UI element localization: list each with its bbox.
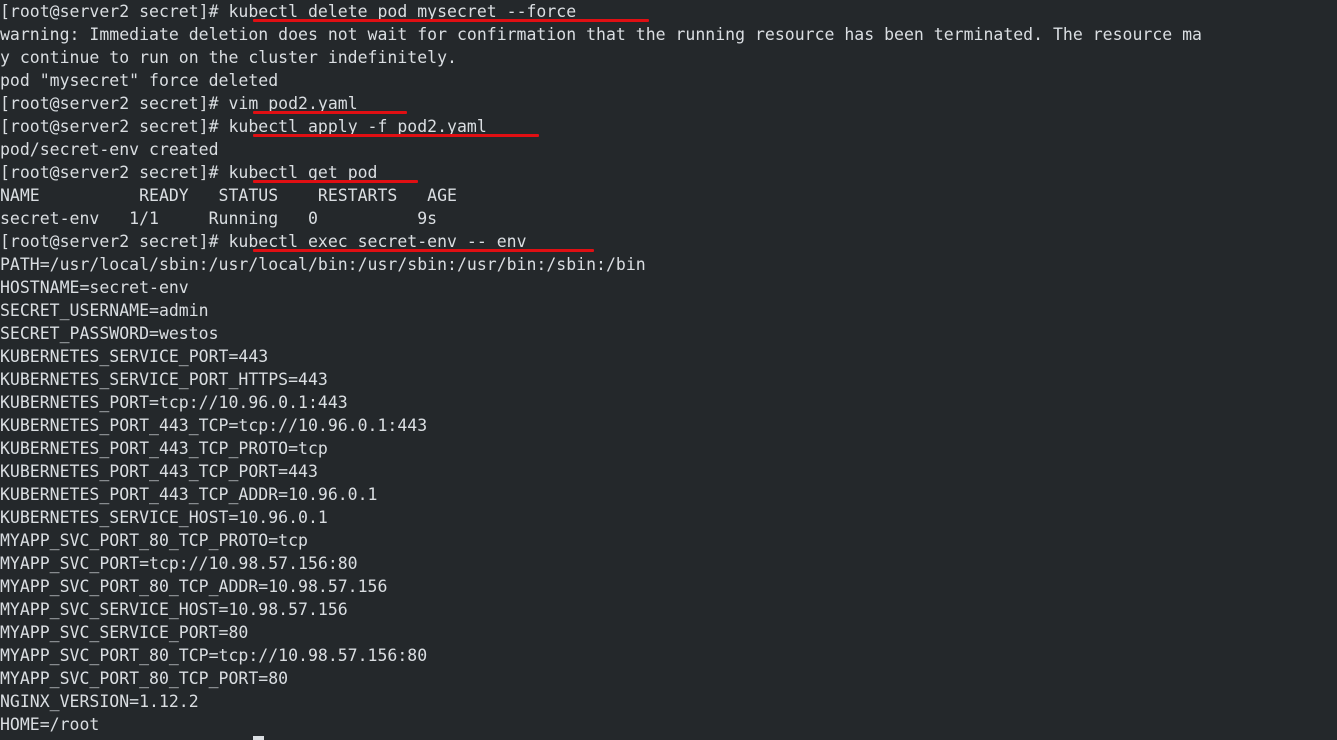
terminal-output-line: NAME READY STATUS RESTARTS AGE: [0, 184, 1202, 207]
shell-prompt: [root@server2 secret]#: [0, 94, 229, 113]
terminal-output-line: KUBERNETES_SERVICE_PORT_HTTPS=443: [0, 368, 1202, 391]
terminal-output-line: MYAPP_SVC_SERVICE_HOST=10.98.57.156: [0, 598, 1202, 621]
output-text: SECRET_PASSWORD=westos: [0, 324, 219, 343]
terminal-output-line: MYAPP_SVC_PORT_80_TCP=tcp://10.98.57.156…: [0, 644, 1202, 667]
output-text: KUBERNETES_SERVICE_HOST=10.96.0.1: [0, 508, 328, 527]
output-text: KUBERNETES_SERVICE_PORT=443: [0, 347, 269, 366]
output-text: HOSTNAME=secret-env: [0, 278, 189, 297]
terminal-output-line: KUBERNETES_PORT_443_TCP=tcp://10.96.0.1:…: [0, 414, 1202, 437]
terminal-output-line: SECRET_PASSWORD=westos: [0, 322, 1202, 345]
terminal-output-line: warning: Immediate deletion does not wai…: [0, 23, 1202, 46]
terminal-output-line: PATH=/usr/local/sbin:/usr/local/bin:/usr…: [0, 253, 1202, 276]
shell-prompt: [root@server2 secret]#: [0, 117, 229, 136]
terminal-command-line: [root@server2 secret]# kubectl delete po…: [0, 0, 1202, 23]
output-text: KUBERNETES_PORT=tcp://10.96.0.1:443: [0, 393, 348, 412]
terminal-output-line: KUBERNETES_PORT=tcp://10.96.0.1:443: [0, 391, 1202, 414]
output-text: MYAPP_SVC_PORT_80_TCP_PROTO=tcp: [0, 531, 308, 550]
terminal-output-line: MYAPP_SVC_PORT_80_TCP_PROTO=tcp: [0, 529, 1202, 552]
output-text: HOME=/root: [0, 715, 100, 734]
terminal-output-line: KUBERNETES_SERVICE_PORT=443: [0, 345, 1202, 368]
output-text: MYAPP_SVC_SERVICE_PORT=80: [0, 623, 249, 642]
terminal-output-line: KUBERNETES_PORT_443_TCP_ADDR=10.96.0.1: [0, 483, 1202, 506]
terminal-command-line: [root@server2 secret]# kubectl exec secr…: [0, 230, 1202, 253]
terminal-output-line: KUBERNETES_PORT_443_TCP_PORT=443: [0, 460, 1202, 483]
red-underline-annotation: [253, 111, 407, 114]
terminal-command-line: [root@server2 secret]# vim pod2.yaml: [0, 92, 1202, 115]
output-text: secret-env 1/1 Running 0 9s: [0, 209, 438, 228]
output-text: y continue to run on the cluster indefin…: [0, 48, 457, 67]
terminal-output-line: HOSTNAME=secret-env: [0, 276, 1202, 299]
output-text: warning: Immediate deletion does not wai…: [0, 25, 1202, 44]
terminal-output-line: pod/secret-env created: [0, 138, 1202, 161]
output-text: MYAPP_SVC_PORT_80_TCP=tcp://10.98.57.156…: [0, 646, 428, 665]
terminal-output-line: pod "mysecret" force deleted: [0, 69, 1202, 92]
red-underline-annotation: [253, 134, 539, 137]
output-text: KUBERNETES_PORT_443_TCP_ADDR=10.96.0.1: [0, 485, 378, 504]
terminal-command-line: [root@server2 secret]# kubectl get pod: [0, 161, 1202, 184]
terminal-output-line: MYAPP_SVC_SERVICE_PORT=80: [0, 621, 1202, 644]
output-text: MYAPP_SVC_PORT=tcp://10.98.57.156:80: [0, 554, 358, 573]
terminal-output-line: MYAPP_SVC_PORT=tcp://10.98.57.156:80: [0, 552, 1202, 575]
output-text: NAME READY STATUS RESTARTS AGE: [0, 186, 457, 205]
terminal-window[interactable]: [root@server2 secret]# kubectl delete po…: [0, 0, 1337, 740]
terminal-output-line: KUBERNETES_PORT_443_TCP_PROTO=tcp: [0, 437, 1202, 460]
shell-prompt: [root@server2 secret]#: [0, 2, 229, 21]
output-text: PATH=/usr/local/sbin:/usr/local/bin:/usr…: [0, 255, 646, 274]
terminal-output-line: secret-env 1/1 Running 0 9s: [0, 207, 1202, 230]
terminal-output-line: HOME=/root: [0, 713, 1202, 736]
terminal-output-line: KUBERNETES_SERVICE_HOST=10.96.0.1: [0, 506, 1202, 529]
output-text: SECRET_USERNAME=admin: [0, 301, 209, 320]
terminal-output-line: y continue to run on the cluster indefin…: [0, 46, 1202, 69]
output-text: KUBERNETES_PORT_443_TCP_PROTO=tcp: [0, 439, 328, 458]
output-text: MYAPP_SVC_PORT_80_TCP_ADDR=10.98.57.156: [0, 577, 388, 596]
output-text: NGINX_VERSION=1.12.2: [0, 692, 199, 711]
terminal-screen[interactable]: [root@server2 secret]# kubectl delete po…: [0, 0, 1202, 736]
terminal-output-line: MYAPP_SVC_PORT_80_TCP_ADDR=10.98.57.156: [0, 575, 1202, 598]
output-text: KUBERNETES_PORT_443_TCP_PORT=443: [0, 462, 318, 481]
shell-prompt: [root@server2 secret]#: [0, 163, 229, 182]
output-text: KUBERNETES_PORT_443_TCP=tcp://10.96.0.1:…: [0, 416, 428, 435]
output-text: pod/secret-env created: [0, 140, 219, 159]
terminal-output-line: NGINX_VERSION=1.12.2: [0, 690, 1202, 713]
red-underline-annotation: [253, 180, 418, 183]
red-underline-annotation: [253, 19, 649, 22]
output-text: KUBERNETES_SERVICE_PORT_HTTPS=443: [0, 370, 328, 389]
output-text: MYAPP_SVC_SERVICE_HOST=10.98.57.156: [0, 600, 348, 619]
terminal-output-line: SECRET_USERNAME=admin: [0, 299, 1202, 322]
terminal-cursor: [253, 736, 264, 740]
output-text: MYAPP_SVC_PORT_80_TCP_PORT=80: [0, 669, 289, 688]
shell-prompt: [root@server2 secret]#: [0, 232, 229, 251]
terminal-command-line: [root@server2 secret]# kubectl apply -f …: [0, 115, 1202, 138]
terminal-output-line: MYAPP_SVC_PORT_80_TCP_PORT=80: [0, 667, 1202, 690]
output-text: pod "mysecret" force deleted: [0, 71, 279, 90]
red-underline-annotation: [253, 249, 594, 252]
